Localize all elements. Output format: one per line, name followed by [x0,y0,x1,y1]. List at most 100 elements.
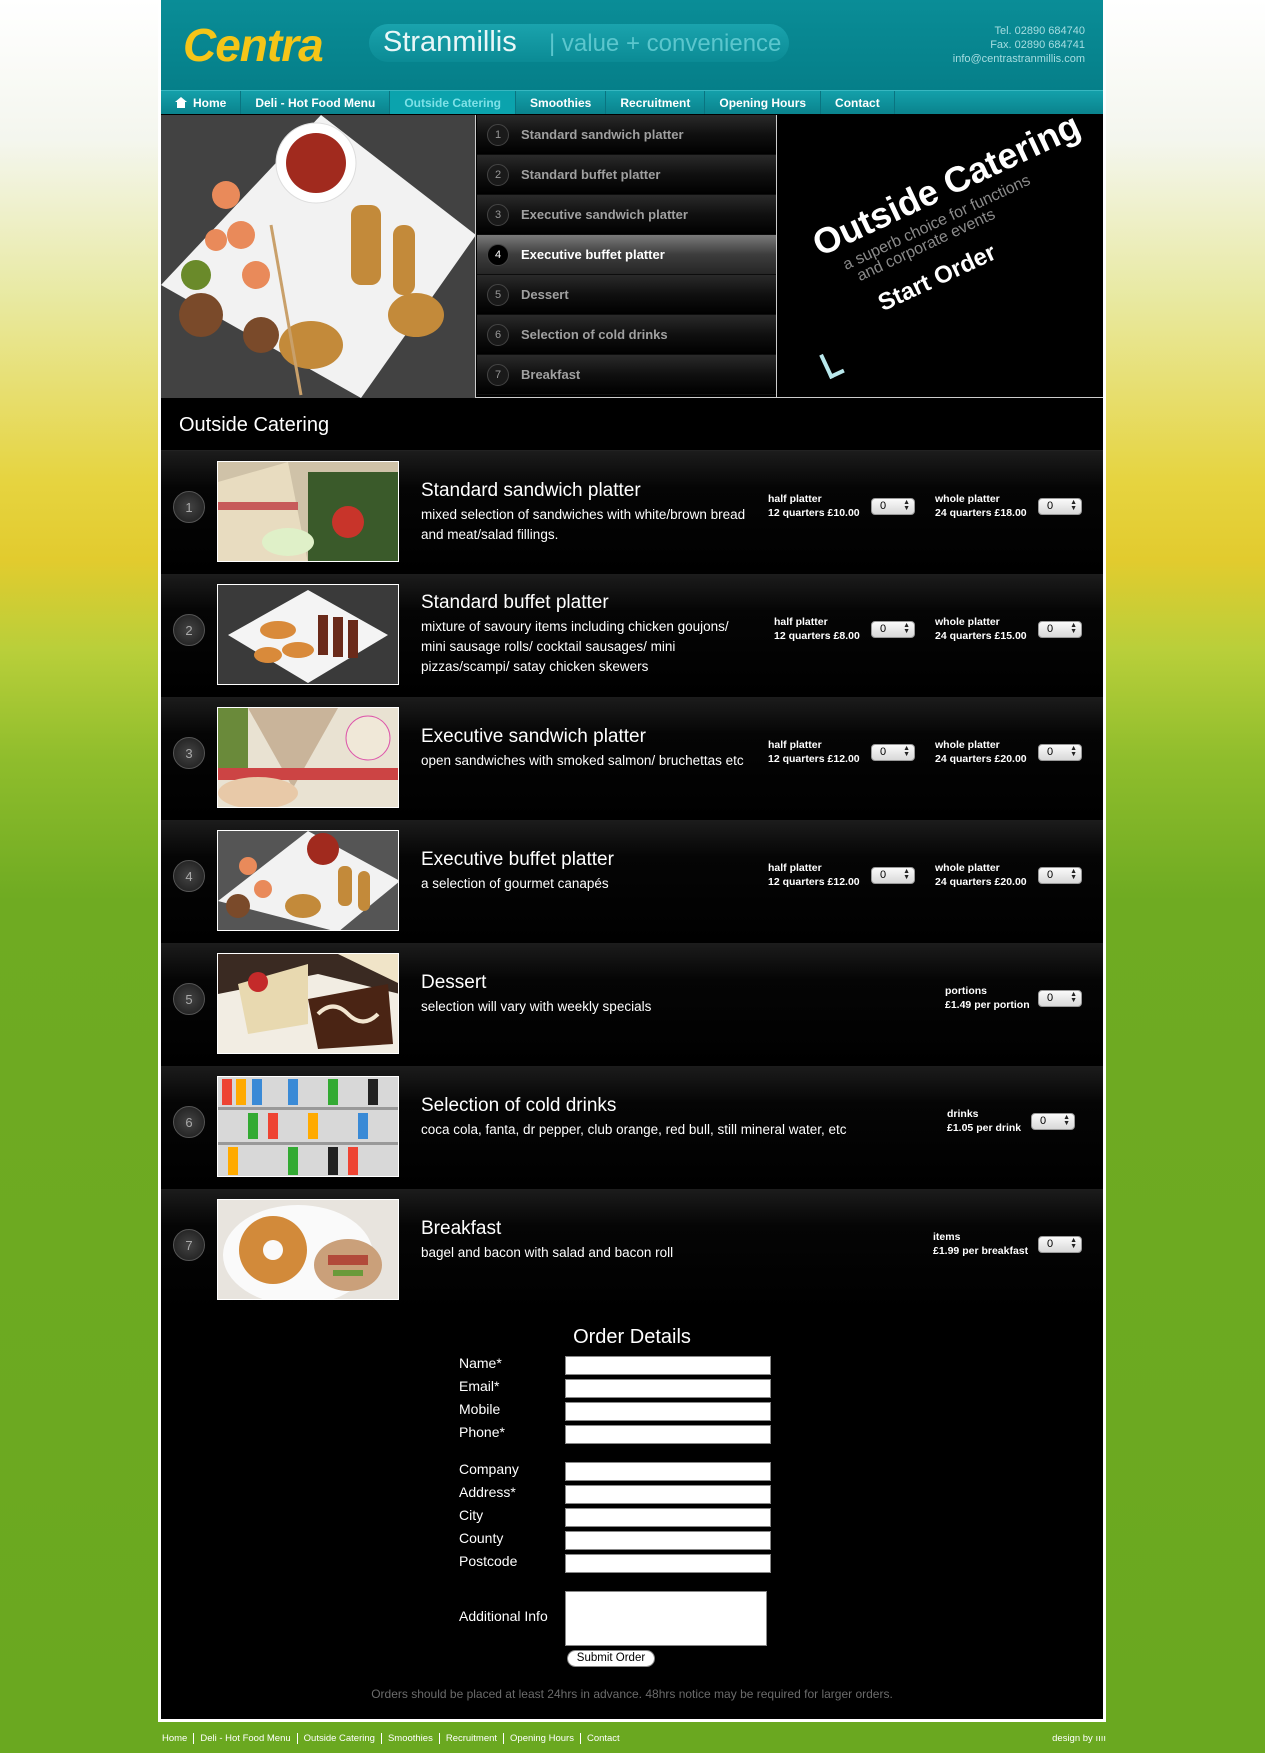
order-details-title: Order Details [573,1326,691,1348]
quantity-select[interactable]: 0 ▲ ▼ [1031,1113,1075,1130]
footer-link[interactable]: Deli - Hot Food Menu [193,1733,296,1744]
hero-banner: 1 Standard sandwich platter 2 Standard buff… [161,115,1103,398]
menu-item-number: 4 [487,243,509,266]
footer-link[interactable]: Contact [579,1733,626,1744]
quantity-select[interactable]: 0 ▲ ▼ [1038,744,1082,761]
quantity-select[interactable]: 0 ▲ ▼ [1038,621,1082,638]
nav-item-smoothies[interactable]: Smoothies [516,91,607,114]
main-nav: Home Deli - Hot Food Menu Outside Catering… [161,90,1103,114]
email-link[interactable]: info@centrastranmillis.com [953,52,1085,66]
nav-item-label: Contact [835,95,880,110]
nav-item-outside-catering[interactable]: Outside Catering [390,91,517,114]
tagline: | value + convenience [549,30,782,57]
page-container: Centra Stranmillis | value + convenience… [158,0,1106,1722]
footer-link[interactable]: Opening Hours [503,1733,580,1744]
designer-logo-icon: ıııı [1095,1733,1106,1744]
option-name: half platter [768,493,822,505]
footer-link[interactable]: Recruitment [438,1733,503,1744]
catering-menu-item[interactable]: 1 Standard sandwich platter [477,115,776,155]
phone-field[interactable] [565,1425,771,1444]
email-field[interactable] [565,1379,771,1398]
city-field[interactable] [565,1508,771,1527]
quantity-select[interactable]: 0 ▲ ▼ [1038,990,1082,1007]
canape-platter-photo [161,115,476,398]
nav-item-contact[interactable]: Contact [821,91,895,114]
option-label: whole platter 24 quarters £15.00 [935,615,1027,643]
footer-link[interactable]: Home [158,1733,193,1744]
form-label-county: County [459,1530,504,1546]
company-field[interactable] [565,1462,771,1481]
product-number-badge: 5 [173,983,205,1015]
product-description: mixed selection of sandwiches with white… [421,507,746,542]
mobile-field[interactable] [565,1402,771,1421]
footer-link[interactable]: Outside Catering [296,1733,381,1744]
catering-menu-item[interactable]: 7 Breakfast [477,355,776,395]
address-field[interactable] [565,1485,771,1504]
option-name: half platter [768,862,822,874]
catering-menu-list: 1 Standard sandwich platter 2 Standard buff… [477,115,777,398]
design-credit[interactable]: design by ıııı [1052,1733,1106,1744]
option-name: drinks [947,1108,979,1120]
additional-info-label: Additional Info [459,1608,548,1624]
product-photo [217,953,399,1054]
quantity-select[interactable]: 0 ▲ ▼ [871,498,915,515]
quantity-select[interactable]: 0 ▲ ▼ [871,867,915,884]
option-price: 12 quarters £12.00 [768,876,860,888]
contact-info: Tel. 02890 684740 Fax. 02890 684741 info… [953,24,1085,66]
option-label: items £1.99 per breakfast [933,1230,1028,1258]
option-name: whole platter [935,739,1000,751]
nav-item-deli-hot-food-menu[interactable]: Deli - Hot Food Menu [241,91,391,114]
quantity-value: 0 [1047,1238,1054,1250]
additional-info-textarea[interactable] [565,1591,767,1646]
county-field[interactable] [565,1531,771,1550]
submit-order-button[interactable]: Submit Order [567,1650,655,1667]
option-price: 24 quarters £20.00 [935,753,1027,765]
quantity-value: 0 [880,623,887,635]
option-price: 24 quarters £18.00 [935,507,1027,519]
option-name: half platter [774,616,828,628]
catering-menu-item[interactable]: 6 Selection of cold drinks [477,315,776,355]
phone-number: Tel. 02890 684740 [994,25,1085,37]
spinner-arrows-icon: ▲ ▼ [903,868,910,881]
catering-menu-item[interactable]: 5 Dessert [477,275,776,315]
product-photo [217,461,399,562]
footer-link[interactable]: Smoothies [380,1733,439,1744]
nav-item-opening-hours[interactable]: Opening Hours [705,91,822,114]
name-field[interactable] [565,1356,771,1375]
quantity-select[interactable]: 0 ▲ ▼ [871,621,915,638]
option-price: 12 quarters £10.00 [768,507,860,519]
option-name: items [933,1231,961,1243]
option-name: whole platter [935,616,1000,628]
nav-item-recruitment[interactable]: Recruitment [606,91,706,114]
quantity-select[interactable]: 0 ▲ ▼ [1038,1236,1082,1253]
centra-logo[interactable]: Centra [183,18,324,72]
nav-item-home[interactable]: Home [161,91,242,114]
spinner-arrows-icon: ▲ ▼ [1070,991,1077,1004]
product-title: Executive buffet platter [421,849,614,870]
postcode-field[interactable] [565,1554,771,1573]
quantity-select[interactable]: 0 ▲ ▼ [1038,867,1082,884]
product-description: mixture of savoury items including chick… [421,619,729,674]
catering-menu-item[interactable]: 4 Executive buffet platter [477,235,776,275]
product-row: 7 Breakfast bagel and bacon with salad and… [161,1189,1103,1312]
product-photo [217,830,399,931]
catering-menu-item[interactable]: 3 Executive sandwich platter [477,195,776,235]
spinner-arrows-icon: ▲ ▼ [903,499,910,512]
option-label: half platter 12 quarters £8.00 [774,615,860,643]
product-description: bagel and bacon with salad and bacon rol… [421,1245,674,1260]
quantity-select[interactable]: 0 ▲ ▼ [1038,498,1082,515]
product-number-badge: 3 [173,737,205,769]
quantity-select[interactable]: 0 ▲ ▼ [871,744,915,761]
option-label: whole platter 24 quarters £18.00 [935,492,1027,520]
option-label: half platter 12 quarters £12.00 [768,861,860,889]
arrow-icon [819,348,845,380]
option-label: whole platter 24 quarters £20.00 [935,861,1027,889]
product-description: selection will vary with weekly specials [421,999,652,1014]
menu-item-label: Breakfast [521,367,581,382]
catering-menu-item[interactable]: 2 Standard buffet platter [477,155,776,195]
option-name: whole platter [935,862,1000,874]
spinner-arrows-icon: ▲ ▼ [1070,868,1077,881]
nav-item-label: Opening Hours [719,95,807,110]
menu-item-label: Standard sandwich platter [521,127,684,142]
product-photo [217,1076,399,1177]
